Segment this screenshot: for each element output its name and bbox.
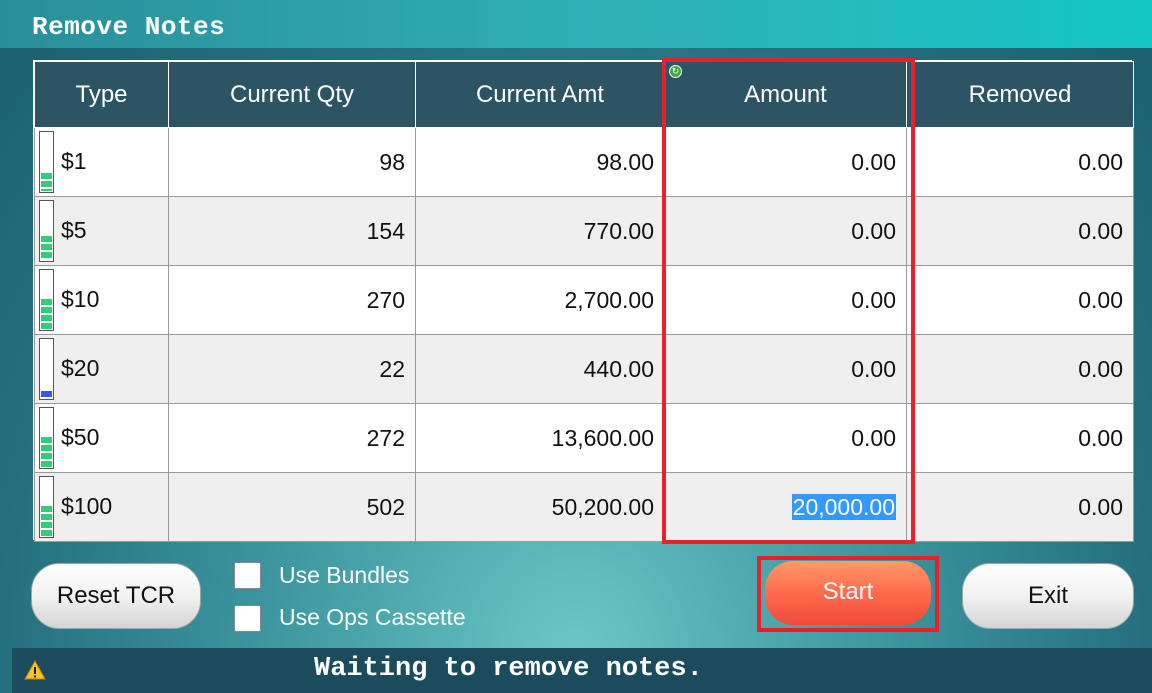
cell-amount-value: 0.00 [851,217,896,244]
note-type-label: $5 [61,217,87,243]
cell-amount-value: 0.00 [851,148,896,175]
cell-current-qty: 270 [168,265,416,335]
cell-removed-value: 0.00 [1078,355,1123,382]
cell-current-qty: 272 [168,403,416,473]
cell-amount[interactable]: 0.00 [664,196,907,266]
table-row[interactable]: $5 154 770.00 0.00 0.00 [34,196,1134,266]
cell-current-qty-value: 22 [379,355,405,382]
cassette-level-fill [41,173,52,191]
cell-current-qty: 502 [168,472,416,542]
table-row[interactable]: $10 270 2,700.00 0.00 0.00 [34,265,1134,335]
cell-amount-value: 0.00 [851,424,896,451]
use-ops-cassette-label[interactable]: Use Ops Cassette [279,604,466,631]
cell-current-qty-value: 154 [366,217,405,244]
column-header-amount: ↻ Amount [664,61,907,128]
use-bundles-label[interactable]: Use Bundles [279,562,409,589]
cell-removed: 0.00 [906,334,1134,404]
column-header-removed: Removed [906,61,1134,128]
column-header-current-amt: Current Amt [415,61,665,128]
cell-removed-value: 0.00 [1078,493,1123,520]
cell-removed: 0.00 [906,265,1134,335]
note-type-label: $50 [61,424,100,450]
cell-removed: 0.00 [906,127,1134,197]
window-title: Remove Notes [32,12,226,42]
table-row[interactable]: $1 98 98.00 0.00 0.00 [34,127,1134,197]
cell-removed-value: 0.00 [1078,424,1123,451]
cell-type: $5 [34,196,169,266]
use-ops-cassette-checkbox[interactable] [234,605,261,632]
title-bar: Remove Notes [0,0,1152,48]
cell-amount[interactable]: 0.00 [664,334,907,404]
cassette-level-fill [41,506,52,536]
cell-amount[interactable]: 0.00 [664,127,907,197]
cassette-level-fill [41,390,52,398]
cassette-level-gauge [39,269,54,331]
cell-removed-value: 0.00 [1078,286,1123,313]
cell-current-amt: 98.00 [415,127,665,197]
cell-current-qty: 154 [168,196,416,266]
cassette-level-gauge [39,338,54,400]
cell-current-qty-value: 270 [366,286,405,313]
cassette-level-fill [41,437,52,467]
cell-current-amt: 50,200.00 [415,472,665,542]
warning-icon [24,660,46,680]
column-header-type: Type [34,61,169,128]
column-header-current-qty: Current Qty [168,61,416,128]
cell-current-amt: 770.00 [415,196,665,266]
start-button[interactable]: Start [765,561,931,625]
cell-removed: 0.00 [906,472,1134,542]
cell-type: $50 [34,403,169,473]
cell-current-amt-value: 770.00 [583,217,654,244]
note-type-label: $10 [61,286,100,312]
table-header-row: Type Current Qty Current Amt ↻ Amount Rem… [34,61,1134,128]
cell-type: $20 [34,334,169,404]
cassette-level-fill [41,299,52,329]
cell-removed-value: 0.00 [1078,148,1123,175]
cell-amount[interactable]: 0.00 [664,403,907,473]
cell-amount[interactable]: 20,000.00 [664,472,907,542]
status-message: Waiting to remove notes. [314,654,703,684]
cell-amount[interactable]: 0.00 [664,265,907,335]
cell-current-amt: 2,700.00 [415,265,665,335]
exit-button[interactable]: Exit [962,563,1134,629]
refresh-icon[interactable]: ↻ [669,65,682,78]
cell-current-amt-value: 13,600.00 [551,424,654,451]
cassette-level-gauge [39,407,54,469]
reset-tcr-button[interactable]: Reset TCR [31,563,201,629]
cell-type: $10 [34,265,169,335]
cell-current-qty: 22 [168,334,416,404]
cell-type: $100 [34,472,169,542]
cell-current-qty: 98 [168,127,416,197]
cell-current-amt: 13,600.00 [415,403,665,473]
cassette-level-gauge [39,200,54,262]
cell-removed: 0.00 [906,196,1134,266]
cassette-level-gauge [39,476,54,538]
table-row[interactable]: $100 502 50,200.00 20,000.00 0.00 [34,472,1134,542]
cell-current-amt-value: 50,200.00 [551,493,654,520]
column-header-amount-label: Amount [744,80,827,108]
cell-type: $1 [34,127,169,197]
cell-removed-value: 0.00 [1078,217,1123,244]
cassette-level-fill [41,236,52,260]
table-row[interactable]: $20 22 440.00 0.00 0.00 [34,334,1134,404]
cell-current-amt-value: 98.00 [596,148,654,175]
cassette-level-gauge [39,131,54,193]
note-type-label: $20 [61,355,100,381]
cell-current-qty-value: 502 [366,493,405,520]
cell-amount-value: 0.00 [851,286,896,313]
cell-current-amt-value: 2,700.00 [564,286,654,313]
note-type-label: $100 [61,493,113,519]
table-row[interactable]: $50 272 13,600.00 0.00 0.00 [34,403,1134,473]
cell-removed: 0.00 [906,403,1134,473]
notes-table: Type Current Qty Current Amt ↻ Amount Rem… [33,60,1134,542]
use-bundles-checkbox[interactable] [234,562,261,589]
cell-current-amt: 440.00 [415,334,665,404]
cell-current-amt-value: 440.00 [583,355,654,382]
cell-current-qty-value: 98 [379,148,405,175]
note-type-label: $1 [61,148,87,174]
cell-current-qty-value: 272 [366,424,405,451]
status-bar: Waiting to remove notes. [12,648,1152,693]
cell-amount-value: 0.00 [851,355,896,382]
cell-amount-value: 20,000.00 [791,493,896,520]
